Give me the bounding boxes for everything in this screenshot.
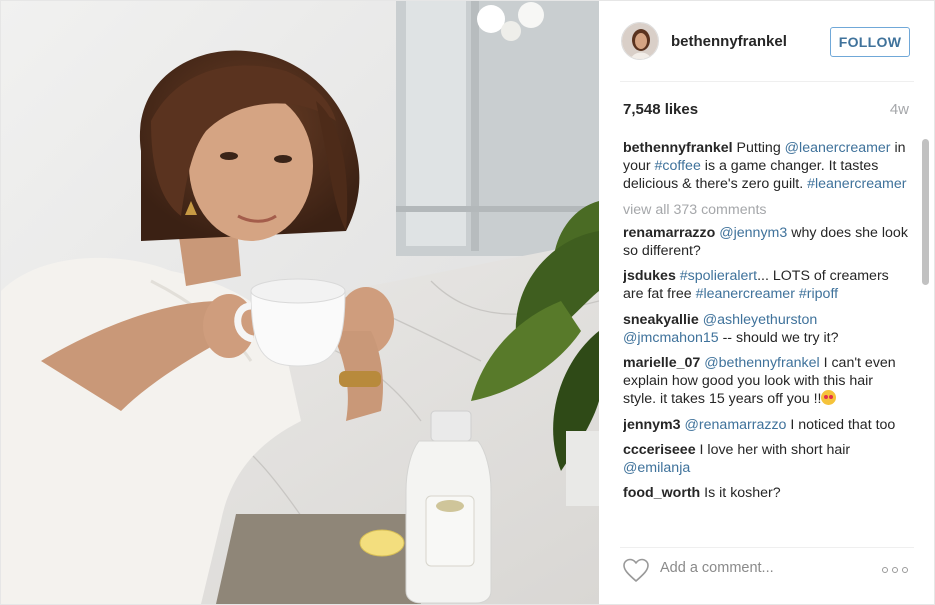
add-comment-input[interactable] (660, 558, 875, 578)
comment-hashtag[interactable]: #spolieralert (680, 268, 757, 284)
comment-mention[interactable]: @bethennyfrankel (704, 355, 819, 371)
avatar-image (622, 23, 658, 59)
comment-username[interactable]: sneakyallie (623, 312, 699, 328)
view-all-comments-link[interactable]: view all 373 comments (623, 201, 908, 219)
comment-hashtag[interactable]: #ripoff (799, 286, 838, 302)
comment-username[interactable]: marielle_07 (623, 355, 700, 371)
heart-eyes-emoji-icon (821, 390, 837, 406)
post-age[interactable]: 4w (890, 101, 909, 118)
instagram-post: bethennyfrankel FOLLOW 7,548 likes 4w be… (0, 0, 935, 605)
comments-list[interactable]: bethennyfrankel Putting @leanercreamer i… (623, 139, 908, 537)
post-sidebar: bethennyfrankel FOLLOW 7,548 likes 4w be… (600, 1, 934, 604)
comment-username[interactable]: jennym3 (623, 417, 681, 433)
comments-scrollbar[interactable] (922, 139, 929, 539)
comment-item: sneakyallie @ashleyethurston @jmcmahon15… (623, 311, 908, 347)
caption: bethennyfrankel Putting @leanercreamer i… (623, 139, 908, 194)
comment-item: jsdukes #spolieralert... LOTS of creamer… (623, 267, 908, 303)
header-divider (620, 81, 914, 82)
caption-text: Putting (732, 140, 785, 156)
comment-mention[interactable]: @renamarrazzo (685, 417, 787, 433)
comment-hashtag[interactable]: #leanercreamer (696, 286, 795, 302)
comment-text: -- should we try it? (718, 329, 839, 346)
post-username[interactable]: bethennyfrankel (671, 33, 787, 50)
post-stats: 7,548 likes 4w (620, 99, 914, 119)
comment-item: jennym3 @renamarrazzo I noticed that too (623, 416, 908, 434)
comment-text: I noticed that too (786, 416, 896, 433)
heart-icon[interactable] (622, 557, 650, 585)
dot (892, 567, 898, 573)
comment-mention[interactable]: @emilanja (623, 460, 690, 476)
post-photo[interactable] (1, 1, 599, 604)
dot (882, 567, 888, 573)
post-header: bethennyfrankel FOLLOW (600, 1, 934, 81)
dot (902, 567, 908, 573)
comment-username[interactable]: renamarrazzo (623, 225, 715, 241)
comment-item: marielle_07 @bethennyfrankel I can't eve… (623, 354, 908, 409)
comment-username[interactable]: jsdukes (623, 268, 676, 284)
follow-button[interactable]: FOLLOW (830, 27, 910, 57)
comment-mention[interactable]: @jennym3 (719, 225, 787, 241)
comment-mention[interactable]: @jmcmahon15 (623, 330, 719, 346)
more-options-icon[interactable] (882, 563, 912, 577)
avatar[interactable] (621, 22, 659, 60)
post-footer (600, 549, 934, 604)
caption-mention[interactable]: @leanercreamer (785, 140, 891, 156)
comment-item: renamarrazzo @jennym3 why does she look … (623, 224, 908, 260)
comment-item: food_worth Is it kosher? (623, 484, 908, 502)
caption-username[interactable]: bethennyfrankel (623, 140, 733, 156)
comment-username[interactable]: food_worth (623, 485, 700, 501)
scrollbar-thumb[interactable] (922, 139, 929, 285)
comment-item: ccceriseee I love her with short hair @e… (623, 441, 908, 477)
caption-hashtag[interactable]: #leanercreamer (807, 176, 906, 192)
comment-text: I love her with short hair (695, 441, 851, 458)
comment-username[interactable]: ccceriseee (623, 442, 696, 458)
caption-hashtag[interactable]: #coffee (655, 158, 701, 174)
likes-count[interactable]: 7,548 likes (623, 101, 698, 118)
photo-illustration (1, 1, 599, 604)
comment-mention[interactable]: @ashleyethurston (703, 312, 818, 328)
footer-divider (620, 547, 914, 548)
comment-text: Is it kosher? (700, 485, 781, 502)
